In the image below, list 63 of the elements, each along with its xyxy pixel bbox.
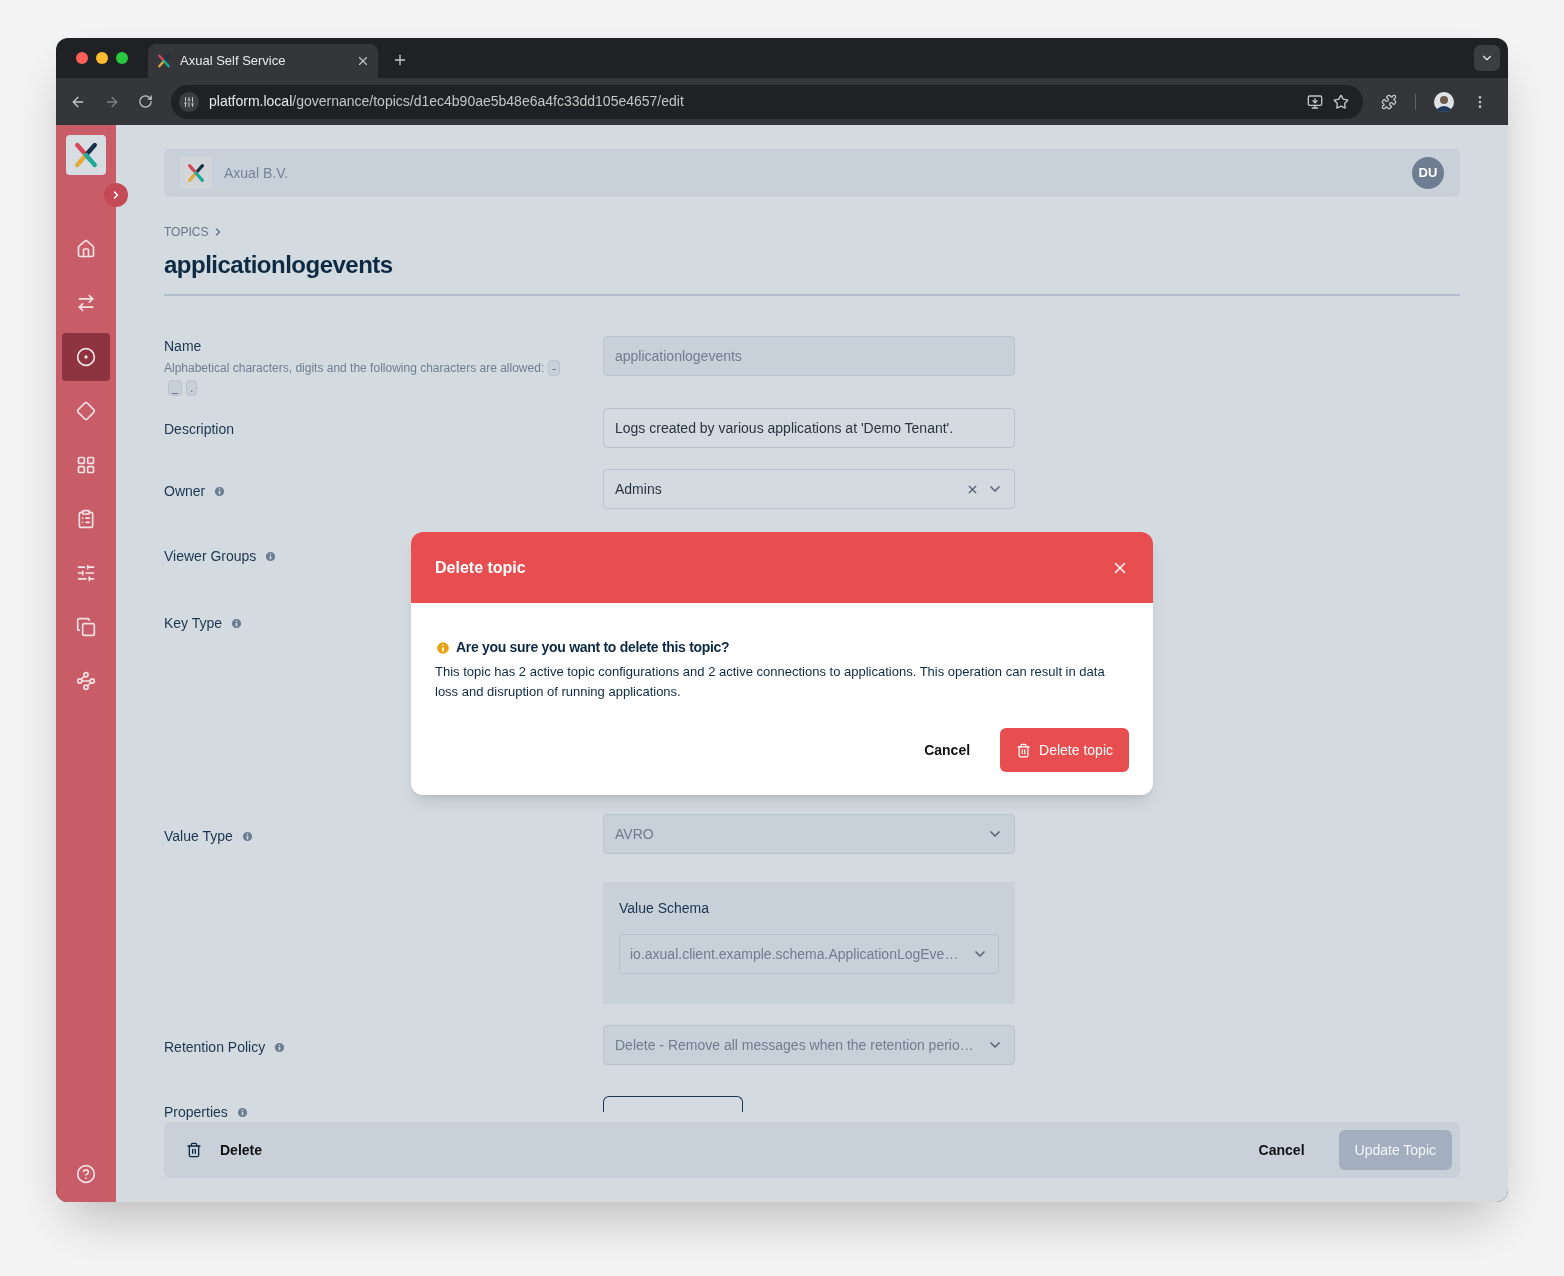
field-label: Name	[164, 337, 202, 356]
app-logo[interactable]	[66, 135, 106, 175]
org-logo-icon	[185, 162, 207, 184]
field-label: Key Type	[164, 614, 223, 633]
allowed-character: .	[186, 380, 198, 396]
dialog-title: Delete topic	[435, 557, 526, 578]
breadcrumb-link[interactable]: TOPICS	[164, 223, 209, 241]
trash-icon	[186, 1142, 202, 1158]
grid-icon	[76, 455, 96, 475]
install-icon[interactable]	[1307, 93, 1323, 110]
confirm-delete-button[interactable]: Delete topic	[1000, 728, 1129, 772]
arrows-icon	[76, 293, 96, 313]
field-label: Description	[164, 420, 235, 439]
expand-button[interactable]	[104, 183, 128, 207]
allowed-character: -	[548, 360, 560, 376]
profile-avatar[interactable]	[1434, 91, 1454, 112]
extensions-icon[interactable]	[1381, 93, 1397, 110]
field-hint: Alphabetical characters, digits and the following characters are allowed:	[164, 361, 545, 375]
info-icon[interactable]	[213, 485, 227, 498]
nodes-icon	[76, 671, 96, 691]
browser-tab[interactable]: Axual Self Service	[148, 44, 378, 78]
dialog-message: This topic has 2 active topic configurations and 2 active connections to applications. This operation can result in data loss and disruption of running applications.	[435, 663, 1106, 701]
new-tab-icon[interactable]	[392, 52, 408, 68]
field-label: Properties	[164, 1103, 228, 1122]
allowed-character: _	[168, 380, 183, 396]
info-icon[interactable]	[230, 617, 244, 630]
warning-icon	[435, 639, 451, 656]
address-bar[interactable]: platform.local/governance/topics/d1ec4b90ae5b48e6a4fc33dd105e4657/edit	[171, 84, 1363, 119]
info-icon[interactable]	[264, 550, 278, 563]
field-label: Value Type	[164, 827, 233, 846]
clipboard-icon	[76, 509, 96, 529]
text-field[interactable]: Logs created by various applications at 'Demo Tenant'.	[603, 408, 1015, 448]
sidebar-item[interactable]	[62, 333, 110, 381]
dialog-question: Are you sure you want to delete this topic?	[456, 638, 730, 657]
target-icon	[76, 347, 96, 367]
copy-icon	[76, 617, 96, 637]
panel-title: Value Schema	[619, 899, 710, 918]
close-icon[interactable]	[356, 54, 370, 68]
field-label: Retention Policy	[164, 1038, 266, 1057]
home-icon	[76, 239, 96, 259]
page-title: applicationlogevents	[164, 250, 394, 280]
zoom-window-icon[interactable]	[116, 52, 128, 64]
organization-name: Axual B.V.	[224, 163, 289, 183]
cancel-button[interactable]: Cancel	[910, 728, 985, 772]
close-window-icon[interactable]	[76, 52, 88, 64]
reload-icon[interactable]	[138, 94, 153, 109]
bookmark-icon[interactable]	[1333, 93, 1349, 110]
property-button[interactable]	[603, 1096, 743, 1112]
help-icon[interactable]	[76, 1164, 96, 1184]
field-label: Viewer Groups	[164, 547, 257, 566]
cancel-button[interactable]: Cancel	[1246, 1139, 1317, 1161]
tab-logo-icon	[156, 53, 172, 69]
info-icon[interactable]	[235, 1106, 249, 1119]
tab-search-button[interactable]	[1474, 45, 1500, 71]
field-label: Owner	[164, 482, 206, 501]
sliders-icon	[76, 563, 96, 583]
diamond-icon	[76, 401, 96, 421]
trash-icon	[1016, 742, 1032, 758]
minimize-window-icon[interactable]	[96, 52, 108, 64]
user-avatar[interactable]: DU	[1412, 157, 1444, 189]
delete-button[interactable]: Delete	[186, 1139, 263, 1161]
select-field[interactable]: Admins	[603, 469, 1015, 509]
site-settings-icon[interactable]	[183, 95, 195, 108]
